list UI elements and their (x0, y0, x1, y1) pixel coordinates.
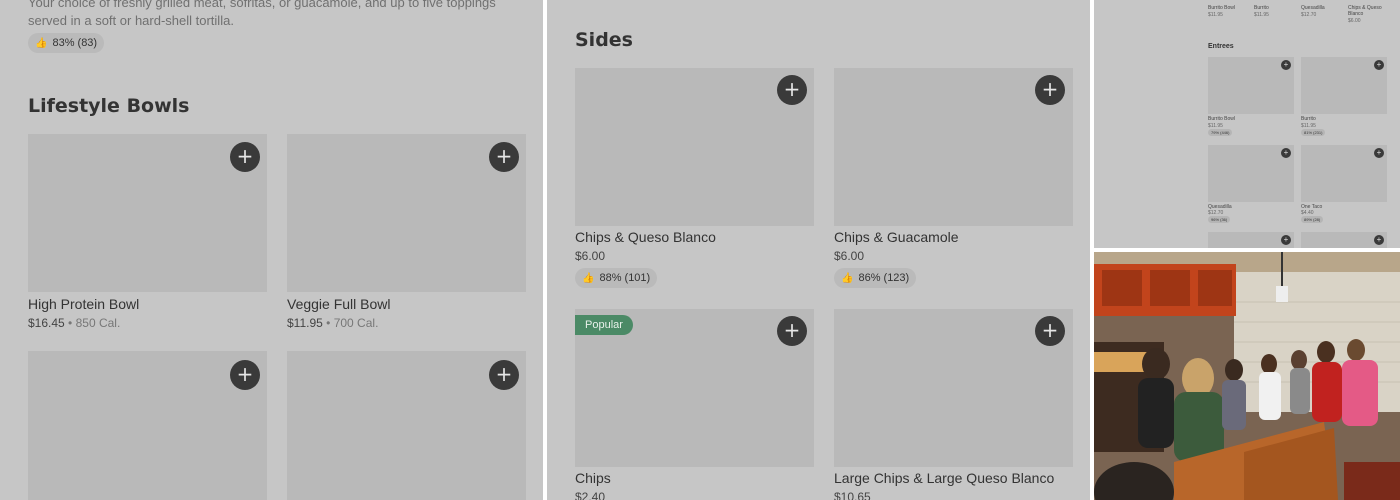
thumbs-up-icon: 👍 (841, 272, 854, 284)
mini-item-price: $12.70 (1301, 12, 1317, 18)
mini-item-rating: 81% (231) (1301, 129, 1326, 136)
mini-item-rating: 89% (28) (1301, 216, 1324, 223)
mini-item-name: Burrito Bowl (1208, 5, 1235, 11)
plus-icon[interactable]: + (1281, 148, 1291, 158)
thumbs-up-icon: 👍 (582, 272, 595, 284)
mini-item-rating: 96% (36) (1208, 216, 1231, 223)
mini-item-price: $6.00 (1348, 18, 1361, 24)
menu-item-price: $2.40 (575, 490, 606, 500)
mini-item-name: Quesadilla (1301, 5, 1325, 11)
menu-item-name[interactable]: Large Chips & Large Queso Blanco (834, 470, 1054, 486)
menu-item-name[interactable]: Chips & Queso Blanco (575, 229, 716, 245)
mini-item-name: Burrito (1301, 116, 1316, 122)
thumbs-up-icon: 👍 (35, 37, 48, 49)
mini-item-price: $11.95 (1208, 12, 1223, 18)
menu-item-name[interactable]: Chips (575, 470, 611, 486)
menu-item-rating: 👍 88% (101) (575, 268, 658, 288)
plus-icon[interactable]: + (489, 360, 519, 390)
mini-section-title-entrees: Entrees (1208, 43, 1234, 50)
menu-panel-entrees-thumbnail: Burrito Bowl $11.95 Burrito $11.95 Quesa… (1094, 0, 1400, 248)
restaurant-interior-photo (1094, 252, 1400, 500)
menu-item-price: $10.65 (834, 490, 871, 500)
restaurant-photo-illustration (1094, 252, 1400, 500)
menu-item-name[interactable]: Veggie Full Bowl (287, 296, 391, 312)
section-title-lifestyle-bowls: Lifestyle Bowls (28, 95, 190, 117)
menu-item-name[interactable]: Chips & Guacamole (834, 229, 959, 245)
menu-panel-lifestyle-bowls: Your choice of freshly grilled meat, sof… (0, 0, 543, 500)
menu-panel-sides: Sides + Chips & Queso Blanco $6.00 👍 88%… (547, 0, 1090, 500)
plus-icon[interactable]: + (1374, 148, 1384, 158)
plus-icon[interactable]: + (1035, 316, 1065, 346)
mini-item-name: Chips & Queso Blanco (1348, 5, 1382, 17)
menu-item-price: $16.45 • 850 Cal. (28, 316, 121, 330)
plus-icon[interactable]: + (1281, 235, 1291, 245)
plus-icon[interactable]: + (1374, 60, 1384, 70)
mini-item-name: Burrito Bowl (1208, 116, 1235, 122)
rating-text: 83% (83) (52, 37, 98, 49)
category-rating: 👍 83% (83) (28, 33, 105, 53)
menu-item-price: $6.00 (834, 249, 865, 263)
menu-item-price: $6.00 (575, 249, 606, 263)
mini-item-price: $11.95 (1254, 12, 1269, 18)
plus-icon[interactable]: + (230, 360, 260, 390)
plus-icon[interactable]: + (1374, 235, 1384, 245)
mini-item-rating: 79% (446) (1208, 129, 1233, 136)
category-description: Your choice of freshly grilled meat, sof… (28, 0, 496, 28)
menu-item-name[interactable]: High Protein Bowl (28, 296, 139, 312)
plus-icon[interactable]: + (1035, 75, 1065, 105)
plus-icon[interactable]: + (777, 316, 807, 346)
menu-item-rating: 👍 86% (123) (834, 268, 917, 288)
plus-icon[interactable]: + (230, 142, 260, 172)
popular-badge: Popular (575, 315, 633, 335)
mini-item-name: Burrito (1254, 5, 1269, 11)
menu-item-price: $11.95 • 700 Cal. (287, 316, 379, 330)
plus-icon[interactable]: + (777, 75, 807, 105)
plus-icon[interactable]: + (489, 142, 519, 172)
section-title-sides: Sides (575, 29, 633, 51)
plus-icon[interactable]: + (1281, 60, 1291, 70)
